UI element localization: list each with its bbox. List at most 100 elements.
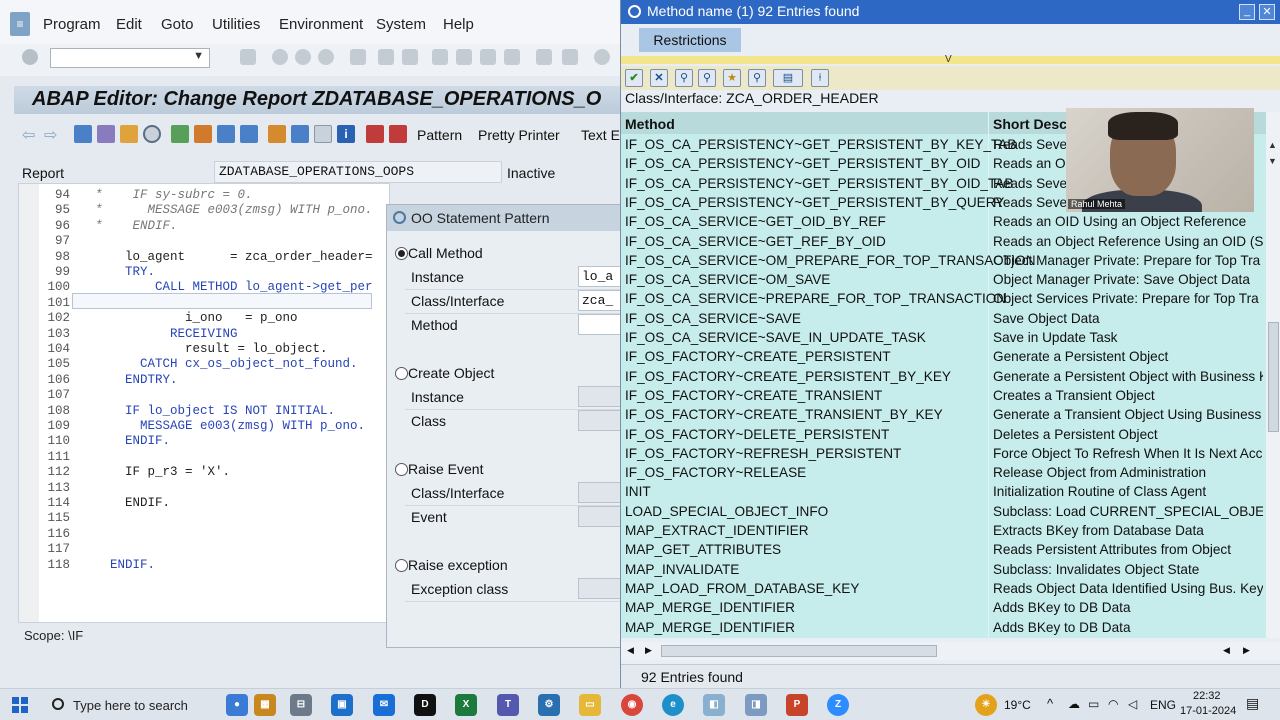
new-session-icon[interactable] [536,49,552,65]
cancel-icon[interactable]: ✕ [650,69,668,87]
table-row[interactable]: MAP_MERGE_IDENTIFIER Adds BKey to DB Data [621,599,1266,618]
table-row[interactable]: IF_OS_FACTORY~CREATE_TRANSIENT Creates a … [621,387,1266,406]
find-icon[interactable] [378,49,394,65]
onedrive-icon[interactable]: ☁ [1068,697,1080,711]
find-icon[interactable]: ⚲ [675,69,693,87]
personal-list-icon[interactable]: ⍿ [811,69,829,87]
table-row[interactable]: LOAD_SPECIAL_OBJECT_INFO Subclass: Load C… [621,503,1266,522]
first-page-icon[interactable] [432,49,448,65]
breakpoint-icon[interactable] [366,125,384,143]
scroll-up-icon[interactable]: ▲ [1268,140,1277,150]
edge-icon[interactable]: e [662,694,684,716]
code-line[interactable]: 107 [19,388,389,403]
chrome-icon[interactable]: ● [226,694,248,716]
code-line[interactable]: 104 result = lo_object. [19,342,389,357]
weather-icon[interactable]: ☀ [975,694,997,716]
code-line[interactable]: 116 [19,527,389,542]
shortcut-icon[interactable] [562,49,578,65]
scroll-right-icon[interactable]: ▶ [1243,645,1250,656]
continue-icon[interactable]: ✔ [625,69,643,87]
code-line[interactable]: 99 TRY. [19,265,389,280]
code-line[interactable]: 105 CATCH cx_os_object_not_found. [19,357,389,372]
menu-edit[interactable]: Edit [116,16,142,33]
call-method-radio[interactable] [395,247,408,260]
hierarchy-icon[interactable] [268,125,286,143]
table-row[interactable]: IF_OS_CA_SERVICE~SAVE_IN_UPDATE_TASK Save… [621,329,1266,348]
other-object-icon[interactable] [97,125,115,143]
sap-gui-icon[interactable]: ◧ [703,694,725,716]
code-line[interactable]: 108 IF lo_object IS NOT INITIAL. [19,404,389,419]
vertical-scroll-thumb[interactable] [1268,322,1279,432]
table-row[interactable]: IF_OS_FACTORY~CREATE_TRANSIENT_BY_KEY Gen… [621,406,1266,425]
table-row[interactable]: IF_OS_FACTORY~DELETE_PERSISTENT Deletes a… [621,426,1266,445]
chevron-down-icon[interactable]: ▼ [193,50,204,62]
call-method-name-input[interactable] [578,314,622,335]
code-line[interactable]: 115 [19,511,389,526]
menu-utilities[interactable]: Utilities [212,16,260,33]
table-row[interactable]: IF_OS_CA_SERVICE~PREPARE_FOR_TOP_TRANSAC… [621,290,1266,309]
table-row[interactable]: IF_OS_FACTORY~REFRESH_PERSISTENT Force Ob… [621,445,1266,464]
stack-icon[interactable] [291,125,309,143]
table-row[interactable]: MAP_EXTRACT_IDENTIFIER Extracts BKey from… [621,522,1266,541]
display-icon[interactable] [314,125,332,143]
zoom-icon[interactable]: Z [827,694,849,716]
code-line[interactable]: 111 [19,450,389,465]
chevron-down-icon[interactable]: V [945,54,952,65]
search-options-icon[interactable]: ⚲ [748,69,766,87]
menu-system[interactable]: System [376,16,426,33]
code-line[interactable]: 110 ENDIF. [19,434,389,449]
task-view-icon[interactable]: ⊟ [290,694,312,716]
find-next-icon[interactable]: ⚲ [698,69,716,87]
code-line[interactable]: 106 ENDTRY. [19,373,389,388]
excel-icon[interactable]: X [455,694,477,716]
chrome-browser-icon[interactable]: ◉ [621,694,643,716]
print-icon[interactable]: ▤ [773,69,803,87]
info-icon[interactable]: i [337,125,355,143]
command-field[interactable]: ▼ [50,48,210,68]
pattern-button[interactable]: Pattern [417,127,462,143]
column-header-short-description[interactable]: Short Desc [993,116,1067,132]
scroll-down-icon[interactable]: ▼ [1268,156,1277,166]
external-breakpoint-icon[interactable] [389,125,407,143]
volume-icon[interactable]: ◁ [1128,697,1137,711]
exit-icon[interactable] [295,49,311,65]
previous-page-icon[interactable] [456,49,472,65]
raise-exception-radio[interactable] [395,559,408,572]
horizontal-scrollbar[interactable]: ◀ ▶ ◀ ▶ [621,642,1280,660]
scroll-left-icon[interactable]: ◀ [627,645,634,656]
code-line[interactable]: 118 ENDIF. [19,558,389,573]
minimize-icon[interactable]: _ [1239,4,1255,20]
table-row[interactable]: MAP_INVALIDATE Subclass: Invalidates Obje… [621,561,1266,580]
check-icon[interactable] [120,125,138,143]
sap-editor-icon[interactable]: ◨ [745,694,767,716]
teams-icon[interactable]: T [497,694,519,716]
sort-icon[interactable]: ★ [723,69,741,87]
menu-goto[interactable]: Goto [161,16,194,33]
display-icon[interactable]: ▭ [1088,697,1099,711]
menu-environment[interactable]: Environment [279,16,363,33]
sap-logon-icon[interactable]: ▦ [254,694,276,716]
scroll-left-icon[interactable]: ◀ [1223,645,1230,656]
display-change-icon[interactable] [74,125,92,143]
code-line[interactable]: 112 IF p_r3 = 'X'. [19,465,389,480]
call-class-input[interactable]: zca_ [578,290,622,311]
table-row[interactable]: IF_OS_CA_SERVICE~GET_REF_BY_OID Reads an … [621,233,1266,252]
back-icon[interactable] [272,49,288,65]
back-arrow-icon[interactable]: ⇦ [22,125,40,144]
call-instance-input[interactable]: lo_a [578,266,622,287]
last-page-icon[interactable] [504,49,520,65]
where-used-icon[interactable] [194,125,212,143]
powerpoint-icon[interactable]: P [786,694,808,716]
network-app-icon[interactable]: ⚙ [538,694,560,716]
save-icon[interactable] [240,49,256,65]
code-editor[interactable]: 94 * IF sy-subrc = 0. 95 * MESSAGE e003(zms… [18,183,390,623]
wifi-icon[interactable]: ◠ [1108,697,1118,711]
close-icon[interactable]: ✕ [1259,4,1275,20]
code-line[interactable]: 102 i_ono = p_ono [19,311,389,326]
table-row[interactable]: IF_OS_CA_SERVICE~OM_SAVE Object Manager P… [621,271,1266,290]
clock-date[interactable]: 17-01-2024 [1180,705,1236,717]
code-line[interactable]: 97 [19,234,389,249]
table-row[interactable]: MAP_GET_ATTRIBUTES Reads Persistent Attri… [621,541,1266,560]
temperature[interactable]: 19°C [1004,698,1031,712]
activate-icon[interactable] [143,125,161,143]
